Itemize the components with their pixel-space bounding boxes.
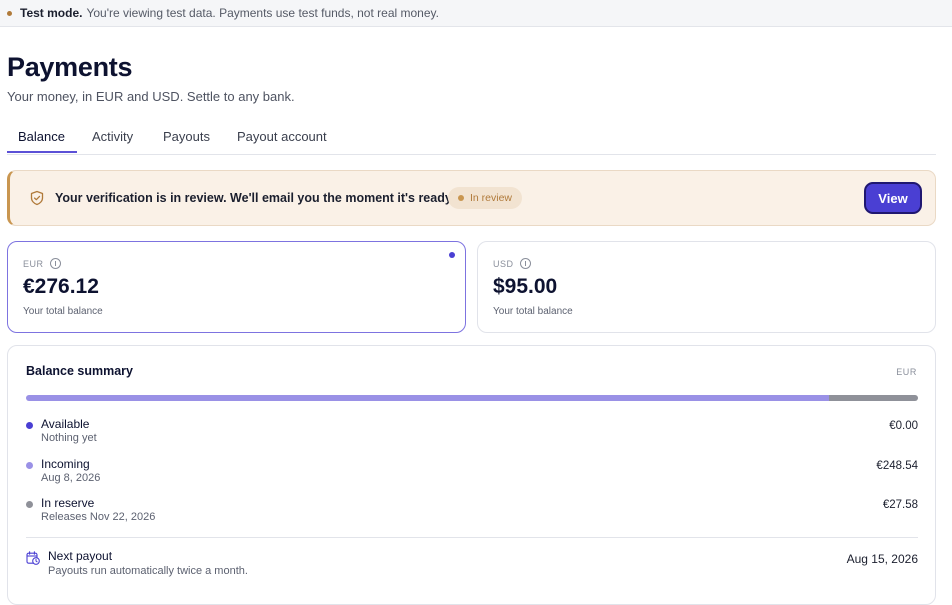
status-badge: In review <box>448 187 523 209</box>
tab-balance[interactable]: Balance <box>18 129 65 144</box>
test-mode-banner: Test mode. You're viewing test data. Pay… <box>0 0 952 27</box>
bar-segment-reserve <box>828 395 918 401</box>
active-tab-indicator <box>7 151 77 153</box>
balance-breakdown-bar <box>26 395 918 401</box>
tab-bar: Balance Activity Payouts Payout account <box>7 118 936 155</box>
status-dot-icon <box>458 195 464 201</box>
page-subtitle: Your money, in EUR and USD. Settle to an… <box>7 89 295 104</box>
summary-row-incoming: Incoming Aug 8, 2026 €248.54 <box>26 457 918 487</box>
page-title: Payments <box>7 52 133 82</box>
row-sub: Releases Nov 22, 2026 <box>41 511 156 523</box>
balance-card-usd[interactable]: USD $95.00 Your total balance <box>477 241 936 333</box>
next-payout-date: Aug 15, 2026 <box>846 552 918 566</box>
currency-code: USD <box>493 258 514 269</box>
available-dot-icon <box>26 422 33 429</box>
row-sub: Aug 8, 2026 <box>41 472 101 484</box>
test-mode-message: You're viewing test data. Payments use t… <box>86 6 439 20</box>
currency-label: USD <box>493 258 531 269</box>
currency-label: EUR <box>23 258 61 269</box>
row-sub: Nothing yet <box>41 432 97 444</box>
tab-payout-account[interactable]: Payout account <box>237 129 327 144</box>
verification-banner: Your verification is in review. We'll em… <box>7 170 936 226</box>
bar-segment-incoming <box>26 395 829 401</box>
next-payout-row: Next payout Payouts run automatically tw… <box>26 549 918 579</box>
view-button[interactable]: View <box>864 182 922 214</box>
verification-message: Your verification is in review. We'll em… <box>55 191 455 205</box>
balance-card-eur[interactable]: EUR €276.12 Your total balance <box>7 241 466 333</box>
next-payout-sub: Payouts run automatically twice a month. <box>48 565 248 577</box>
row-value: €0.00 <box>889 420 918 432</box>
calendar-clock-icon <box>26 551 40 565</box>
summary-row-reserve: In reserve Releases Nov 22, 2026 €27.58 <box>26 496 918 526</box>
row-value: €27.58 <box>882 499 918 511</box>
info-icon[interactable] <box>49 258 61 269</box>
balance-label: Your total balance <box>493 306 573 317</box>
divider <box>26 537 918 538</box>
test-mode-label: Test mode. <box>20 6 83 20</box>
next-payout-label: Next payout <box>48 549 113 563</box>
row-label: Available <box>41 417 90 431</box>
row-label: In reserve <box>41 496 95 510</box>
tab-activity[interactable]: Activity <box>92 129 133 144</box>
test-mode-dot-icon <box>7 10 12 16</box>
summary-currency: EUR <box>896 367 917 377</box>
row-label: Incoming <box>41 457 90 471</box>
shield-check-icon <box>30 190 44 206</box>
balance-label: Your total balance <box>23 306 103 317</box>
balance-amount: €276.12 <box>23 275 99 298</box>
incoming-dot-icon <box>26 462 33 469</box>
info-icon[interactable] <box>519 258 531 269</box>
row-value: €248.54 <box>876 460 918 472</box>
balance-summary-card: Balance summary EUR Available Nothing ye… <box>7 345 936 605</box>
currency-code: EUR <box>23 258 44 269</box>
summary-row-available: Available Nothing yet €0.00 <box>26 417 918 447</box>
summary-title: Balance summary <box>26 364 134 378</box>
reserve-dot-icon <box>26 501 33 508</box>
status-badge-label: In review <box>470 192 513 204</box>
selected-indicator-icon <box>449 252 455 258</box>
balance-amount: $95.00 <box>493 275 558 298</box>
tab-payouts[interactable]: Payouts <box>163 129 210 144</box>
